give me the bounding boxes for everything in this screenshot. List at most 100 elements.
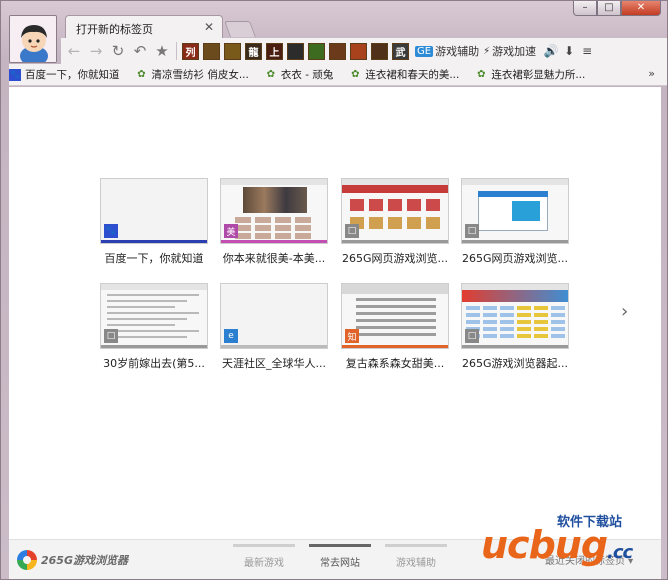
bow-icon: ✿: [266, 69, 276, 80]
next-page-icon[interactable]: ›: [621, 301, 628, 322]
bookmark-item[interactable]: ✿ 连衣裙和春天的美...: [349, 67, 459, 82]
tile-thumbnail: 知: [341, 283, 449, 349]
bookmark-item[interactable]: ✿ 清凉雪纺衫 俏皮女...: [136, 67, 249, 82]
tile-accent-bar: [101, 240, 207, 243]
game-helper-button[interactable]: GE 游戏辅助: [415, 43, 479, 59]
site-favicon-icon: □: [104, 329, 118, 343]
undo-close-icon[interactable]: ↶: [129, 40, 151, 62]
game-helper-icon: GE: [415, 45, 434, 57]
site-favicon-icon: □: [345, 224, 359, 238]
tile-accent-bar: [221, 345, 327, 348]
logo-text: 265G游戏浏览器: [41, 554, 128, 567]
site-favicon-icon: e: [224, 329, 238, 343]
window-controls: – □ ✕: [573, 1, 661, 16]
tile-accent-bar: [221, 240, 327, 243]
reload-icon[interactable]: ↻: [107, 40, 129, 62]
forward-icon[interactable]: →: [85, 40, 107, 62]
bookmark-item[interactable]: 🐾 百度一下，你就知道: [9, 67, 120, 82]
most-visited-tile[interactable]: □ 265G网页游戏浏览...: [341, 178, 449, 266]
close-tab-icon[interactable]: ✕: [204, 20, 214, 34]
watermark-suffix: .cc: [607, 542, 633, 563]
footer-tab-game-helper[interactable]: 游戏辅助: [385, 544, 447, 569]
tile-title: 265G游戏浏览器起...: [461, 357, 568, 370]
game-shortcut-icon[interactable]: [203, 42, 220, 60]
game-shortcut-icon[interactable]: [329, 42, 346, 60]
bookmarks-bar: 🐾 百度一下，你就知道 ✿ 清凉雪纺衫 俏皮女... ✿ 衣衣 - 顽兔 ✿ 连衣裙和春天的美…: [9, 64, 667, 86]
bookmark-star-icon[interactable]: ★: [151, 40, 173, 62]
bookmark-label: 清凉雪纺衫 俏皮女...: [151, 69, 249, 81]
site-favicon-icon: 🐾: [104, 224, 118, 238]
tile-title: 你本来就很美-本美...: [222, 252, 326, 265]
back-icon[interactable]: ←: [63, 40, 85, 62]
tile-accent-bar: [101, 345, 207, 348]
site-favicon-icon: 知: [345, 329, 359, 343]
browser-logo: 265G游戏浏览器: [17, 550, 128, 570]
most-visited-tile[interactable]: e 天涯社区_全球华人...: [220, 283, 328, 371]
close-window-button[interactable]: ✕: [621, 1, 661, 16]
game-shortcut-icon[interactable]: [371, 42, 388, 60]
toolbar-divider: [176, 42, 177, 60]
tab-title: 打开新的标签页: [76, 23, 153, 36]
watermark-brand: ucbug: [481, 523, 608, 567]
bookmarks-overflow-icon[interactable]: »: [648, 67, 655, 80]
game-shortcut-icon[interactable]: [308, 42, 325, 60]
tile-title: 265G网页游戏浏览...: [461, 252, 568, 265]
game-shortcut-icon[interactable]: 武: [392, 42, 409, 60]
browser-window: – □ ✕ 打开新的标签页 ✕ ← → ↻ ↶ ★ 列 龍上 武 GE 游戏辅助 ⚡…: [0, 0, 668, 580]
game-speed-button[interactable]: ⚡ 游戏加速: [483, 43, 536, 59]
tile-title: 天涯社区_全球华人...: [222, 357, 326, 370]
toolbar-right: 🔊 ⬇ ≡: [542, 44, 596, 58]
bookmark-label: 衣衣 - 顽兔: [280, 69, 334, 81]
minimize-button[interactable]: –: [573, 1, 597, 16]
game-helper-label: 游戏辅助: [435, 45, 480, 58]
tile-title: 百度一下，你就知道: [104, 252, 204, 265]
game-shortcuts: 列 龍上 武: [180, 42, 411, 60]
tab-new-tab[interactable]: 打开新的标签页 ✕: [65, 15, 223, 39]
tile-accent-bar: [462, 345, 568, 348]
most-visited-tile[interactable]: 🐾 百度一下，你就知道: [100, 178, 208, 266]
download-icon[interactable]: ⬇: [560, 44, 578, 58]
footer-tab-frequent-sites[interactable]: 常去网站: [309, 544, 371, 569]
most-visited-tile[interactable]: □ 265G网页游戏浏览...: [461, 178, 569, 266]
bookmark-label: 百度一下，你就知道: [25, 69, 120, 81]
site-watermark: 软件下载站 ucbug.cc: [481, 509, 667, 579]
bookmark-label: 连衣裙彰显魅力所...: [491, 69, 586, 81]
tile-thumbnail: □: [461, 178, 569, 244]
tile-thumbnail: 美: [220, 178, 328, 244]
bow-icon: ✿: [137, 69, 146, 80]
tile-thumbnail: e: [220, 283, 328, 349]
game-shortcut-icon[interactable]: 列: [182, 42, 199, 60]
game-shortcut-icon[interactable]: 龍: [245, 42, 262, 60]
tile-thumbnail: □: [461, 283, 569, 349]
tile-title: 30岁前嫁出去(第5...: [103, 357, 205, 370]
new-tab-button[interactable]: [224, 21, 256, 37]
tile-title: 265G网页游戏浏览...: [341, 252, 448, 265]
paw-icon: 🐾: [9, 68, 21, 81]
tile-accent-bar: [342, 345, 448, 348]
logo-ring-icon: [17, 550, 37, 570]
footer-tab-latest-games[interactable]: 最新游戏: [233, 544, 295, 569]
game-shortcut-icon[interactable]: 上: [266, 42, 283, 60]
maximize-button[interactable]: □: [597, 1, 621, 16]
new-tab-page: › 🐾 百度一下，你就知道美你本来就很美-本美... □ 265G网页游戏浏览... □…: [9, 87, 661, 541]
most-visited-tile[interactable]: □ 30岁前嫁出去(第5...: [100, 283, 208, 371]
game-shortcut-icon[interactable]: [287, 42, 304, 60]
tile-accent-bar: [462, 240, 568, 243]
site-favicon-icon: 美: [224, 224, 238, 238]
site-favicon-icon: □: [465, 224, 479, 238]
avatar-icon: [10, 16, 56, 62]
menu-icon[interactable]: ≡: [578, 44, 596, 58]
most-visited-tile[interactable]: 美你本来就很美-本美...: [220, 178, 328, 266]
bookmark-item[interactable]: ✿ 衣衣 - 顽兔: [265, 67, 334, 82]
site-favicon-icon: □: [465, 329, 479, 343]
most-visited-tile[interactable]: 知复古森系森女甜美...: [341, 283, 449, 371]
volume-icon[interactable]: 🔊: [542, 44, 560, 58]
bow-icon: ✿: [351, 69, 360, 80]
bookmark-item[interactable]: ✿ 连衣裙彰显魅力所...: [475, 67, 585, 82]
game-shortcut-icon[interactable]: [350, 42, 367, 60]
game-shortcut-icon[interactable]: [224, 42, 241, 60]
most-visited-tile[interactable]: □ 265G游戏浏览器起...: [461, 283, 569, 371]
watermark-logo: ucbug.cc: [481, 523, 633, 567]
bow-icon: ✿: [477, 69, 486, 80]
user-avatar[interactable]: [9, 15, 57, 63]
